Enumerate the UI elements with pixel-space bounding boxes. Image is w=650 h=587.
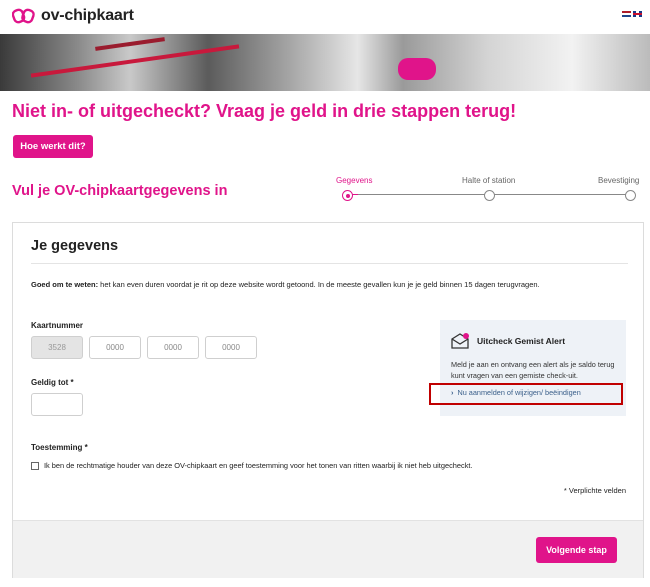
section-title: Vul je OV-chipkaartgegevens in xyxy=(12,183,228,199)
card-title: Je gegevens xyxy=(31,238,119,254)
en-flag-icon[interactable] xyxy=(633,11,642,17)
highlight-box xyxy=(429,383,623,405)
card-number-part-3[interactable]: 0000 xyxy=(147,336,199,359)
alert-title: Uitcheck Gemist Alert xyxy=(477,336,566,346)
card-number-part-4[interactable]: 0000 xyxy=(205,336,257,359)
step-dot xyxy=(484,190,495,201)
required-fields-note: * Verplichte velden xyxy=(563,486,626,495)
notice-body: het kan even duren voordat je rit op dez… xyxy=(98,280,540,289)
how-it-works-button[interactable]: Hoe werkt dit? xyxy=(13,135,93,158)
step-label: Bevestiging xyxy=(598,176,640,185)
consent-checkbox[interactable] xyxy=(31,461,39,470)
progress-stepper: Gegevens Halte of station Bevestiging xyxy=(330,176,642,206)
step-halte: Halte of station xyxy=(462,176,516,201)
card-number-part-1: 3528 xyxy=(31,336,83,359)
step-dot xyxy=(342,190,353,201)
valid-until-label: Geldig tot * xyxy=(31,378,74,387)
ov-logo-icon xyxy=(12,8,35,24)
nl-flag-icon[interactable] xyxy=(622,11,631,17)
step-dot xyxy=(625,190,636,201)
hero-decor xyxy=(95,37,165,51)
logo-text: ov-chipkaart xyxy=(41,7,134,24)
consent-text[interactable]: Ik ben de rechtmatige houder van deze OV… xyxy=(44,461,473,470)
envelope-alert-icon xyxy=(451,333,469,349)
step-bevestiging: Bevestiging xyxy=(598,176,640,201)
consent-row: Ik ben de rechtmatige houder van deze OV… xyxy=(31,461,473,470)
step-label: Halte of station xyxy=(462,176,516,185)
hero-card xyxy=(398,58,436,80)
language-switch xyxy=(622,11,642,17)
site-header: ov-chipkaart xyxy=(0,0,650,34)
notice-bold: Goed om te weten: xyxy=(31,280,99,289)
page-title: Niet in- of uitgecheckt? Vraag je geld i… xyxy=(12,101,517,121)
next-step-button[interactable]: Volgende stap xyxy=(536,537,617,563)
valid-until-field[interactable] xyxy=(31,393,83,416)
hero-image xyxy=(0,34,650,91)
hero-decor xyxy=(30,44,240,78)
step-gegevens: Gegevens xyxy=(336,176,373,201)
consent-label: Toestemming * xyxy=(31,443,88,452)
ov-chipkaart-logo[interactable]: ov-chipkaart xyxy=(12,6,134,26)
card-number-label: Kaartnummer xyxy=(31,321,84,330)
notice-text: Goed om te weten: het kan even duren voo… xyxy=(31,280,540,289)
card-number-part-2[interactable]: 0000 xyxy=(89,336,141,359)
divider xyxy=(31,263,628,264)
step-label: Gegevens xyxy=(336,176,373,185)
alert-text: Meld je aan en ontvang een alert als je … xyxy=(451,360,615,380)
